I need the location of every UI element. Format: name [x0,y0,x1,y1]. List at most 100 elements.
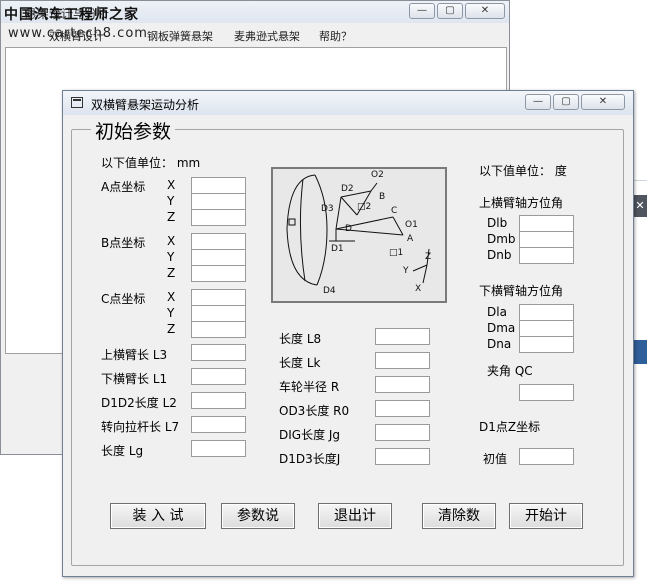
menu-leaf-spring[interactable]: 钢板弹簧悬架 [147,28,213,44]
upper-arm-length-input[interactable] [191,344,246,361]
d1-z-initial-input[interactable] [519,448,574,465]
point-b-y-input[interactable] [191,249,246,266]
point-a-z-input[interactable] [191,209,246,226]
label-b: B [379,192,385,202]
tie-rod-length-label: 转向拉杆长 L7 [101,420,180,434]
point-b-z-label: Z [167,266,176,280]
dnb-label: Dnb [487,248,512,262]
lower-arm-length-input[interactable] [191,368,246,385]
wheel-center-marker [288,218,296,226]
dla-label: Dla [487,305,507,319]
label-d: D [345,224,352,234]
dla-input[interactable] [519,304,574,321]
point-a-label: A点坐标 [101,180,146,194]
d1d2-length-input[interactable] [191,392,246,409]
l8-length-input[interactable] [375,328,430,345]
clear-data-button[interactable]: 清除数 [422,503,496,529]
point-b-x-input[interactable] [191,233,246,250]
dialog-close-button[interactable]: ✕ [581,94,625,110]
point-a-z-label: Z [167,210,176,224]
angle-qc-label: 夹角 QC [487,364,533,378]
wheel-radius-label: 车轮半径 R [279,380,340,394]
label-o2: O2 [371,170,384,180]
group-title: 初始参数 [91,117,176,144]
dna-label: Dna [487,337,512,351]
background-edge-line [633,180,647,181]
dma-label: Dma [487,321,516,335]
point-c-y-input[interactable] [191,305,246,322]
main-close-button[interactable]: ✕ [465,3,505,19]
d1-z-title: D1点Z坐标 [479,420,541,434]
label-d4: D4 [323,286,336,296]
point-c-y-label: Y [167,306,175,320]
window-icon [71,97,83,108]
load-test-button[interactable]: 装 入 试 [110,503,206,529]
label-a: A [407,234,414,244]
minimize-icon: — [533,96,543,107]
unit-degree-label: 以下值单位： 度 [479,164,567,178]
label-d1: D1 [331,244,344,254]
point-c-x-input[interactable] [191,289,246,306]
point-c-x-label: X [167,290,176,304]
label-z-axis: Z [425,252,431,262]
point-a-y-input[interactable] [191,193,246,210]
d1d2-length-label: D1D2长度 L2 [101,396,177,410]
site-watermark: www.cartech8.com [8,26,148,41]
point-a-x-input[interactable] [191,177,246,194]
point-b-z-input[interactable] [191,265,246,282]
dialog-title: 双横臂悬架运动分析 [91,98,200,112]
parameter-help-button[interactable]: 参数说 [221,503,295,529]
label-q2: □2 [357,202,371,212]
lower-arm-angle-title: 下横臂轴方位角 [479,284,564,298]
angle-qc-input[interactable] [519,384,574,401]
dlb-label: Dlb [487,216,508,230]
d1d3-length-label: D1D3长度J [279,452,341,466]
point-a-x-label: X [167,178,176,192]
dmb-label: Dmb [487,232,516,246]
menu-macpherson[interactable]: 麦弗逊式悬架 [234,28,300,44]
dialog-title-bar[interactable]: 双横臂悬架运动分析 — ▢ ✕ [63,91,633,115]
label-d2: D2 [341,184,354,194]
kinematics-dialog: 双横臂悬架运动分析 — ▢ ✕ 初始参数 以下值单位： mm 以下值单位： 度 … [62,90,634,577]
dialog-minimize-button[interactable]: — [525,94,551,110]
dialog-maximize-button[interactable]: ▢ [553,94,579,110]
od3-length-label: OD3长度 R0 [279,404,350,418]
close-icon: ✕ [480,5,490,16]
exit-button[interactable]: 退出计 [318,503,392,529]
point-c-z-input[interactable] [191,321,246,338]
wheel-radius-input[interactable] [375,376,430,393]
start-calc-button[interactable]: 开始计 [509,503,583,529]
dmb-input[interactable] [519,231,574,248]
main-minimize-button[interactable]: — [409,3,435,19]
lg-length-label: 长度 Lg [101,444,144,458]
suspension-diagram-svg: O2 D2 B D3 □2 C O1 D A D1 □1 Z Y X D4 [286,170,431,296]
suspension-diagram: O2 D2 B D3 □2 C O1 D A D1 □1 Z Y X D4 [271,167,447,303]
lg-length-input[interactable] [191,440,246,457]
tie-rod-length-input[interactable] [191,416,246,433]
lk-length-input[interactable] [375,352,430,369]
main-maximize-button[interactable]: ▢ [437,3,463,19]
lower-arm-length-label: 下横臂长 L1 [101,372,168,386]
background-window-edge [633,340,647,364]
minimize-icon: — [417,5,427,16]
label-c: C [391,206,397,216]
unit-mm-label: 以下值单位： mm [101,156,201,170]
label-d3: D3 [321,204,334,214]
dig-length-input[interactable] [375,424,430,441]
close-icon: ✕ [598,96,608,107]
point-b-label: B点坐标 [101,236,146,250]
od3-length-input[interactable] [375,400,430,417]
dlb-input[interactable] [519,215,574,232]
point-c-z-label: Z [167,322,176,336]
dna-input[interactable] [519,336,574,353]
dnb-input[interactable] [519,247,574,264]
maximize-icon: ▢ [561,96,571,107]
site-logo: 中国汽车工程师之家 [4,7,139,23]
label-q1: □1 [389,248,403,258]
dma-input[interactable] [519,320,574,337]
label-x-axis: X [415,284,421,294]
d1d3-length-input[interactable] [375,448,430,465]
menu-help[interactable]: 帮助？ [319,28,352,44]
background-close-icon[interactable]: ✕ [633,195,647,217]
point-a-y-label: Y [167,194,175,208]
